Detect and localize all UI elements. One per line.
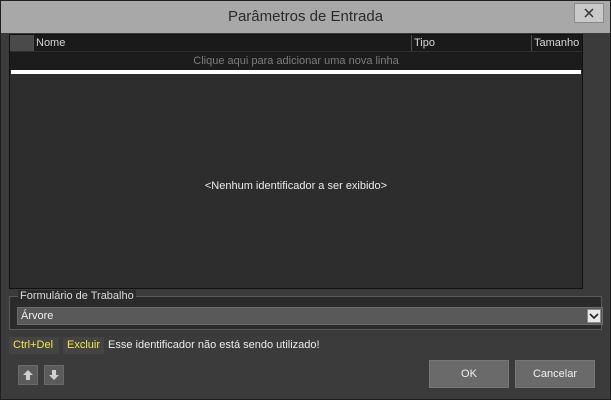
status-message: Esse identificador não está sendo utiliz… <box>108 339 320 351</box>
empty-grid-message: <Nenhum identificador a ser exibido> <box>204 180 388 192</box>
move-down-button[interactable] <box>44 365 64 385</box>
row-indicator-header <box>10 35 34 51</box>
work-form-select[interactable]: Árvore <box>17 307 603 325</box>
window-title: Parâmetros de Entrada <box>227 8 384 25</box>
arrow-up-icon <box>23 370 33 380</box>
add-row-hint: Clique aqui para adicionar uma nova linh… <box>193 55 399 67</box>
column-header-tamanho[interactable]: Tamanho <box>532 35 582 51</box>
arrow-down-icon <box>49 370 59 380</box>
ok-button[interactable]: OK <box>429 360 509 388</box>
column-header-nome[interactable]: Nome <box>34 35 412 51</box>
grid-header: Nome Tipo Tamanho <box>10 35 582 51</box>
move-up-button[interactable] <box>18 365 38 385</box>
work-form-legend: Formulário de Trabalho <box>18 290 136 302</box>
add-new-row[interactable]: Clique aqui para adicionar uma nova linh… <box>10 52 582 70</box>
delete-action-chip[interactable]: Excluir <box>63 337 104 354</box>
cancel-button[interactable]: Cancelar <box>515 360 595 388</box>
close-button[interactable] <box>574 3 604 23</box>
identifiers-grid[interactable]: Nome Tipo Tamanho Clique aqui para adici… <box>9 34 583 289</box>
new-row-divider <box>11 70 581 74</box>
shortcut-key-chip: Ctrl+Del <box>9 337 59 354</box>
dialog-window: Parâmetros de Entrada Nome Tipo Tamanho … <box>0 0 611 400</box>
title-bar: Parâmetros de Entrada <box>1 1 610 33</box>
close-icon <box>584 8 594 18</box>
dropdown-button[interactable] <box>587 309 601 323</box>
status-bar: Ctrl+Del Excluir Esse identificador não … <box>9 337 602 354</box>
column-header-tipo[interactable]: Tipo <box>412 35 532 51</box>
chevron-down-icon <box>589 312 599 319</box>
work-form-group: Formulário de Trabalho Árvore <box>9 290 603 330</box>
work-form-selected-value: Árvore <box>21 310 54 322</box>
